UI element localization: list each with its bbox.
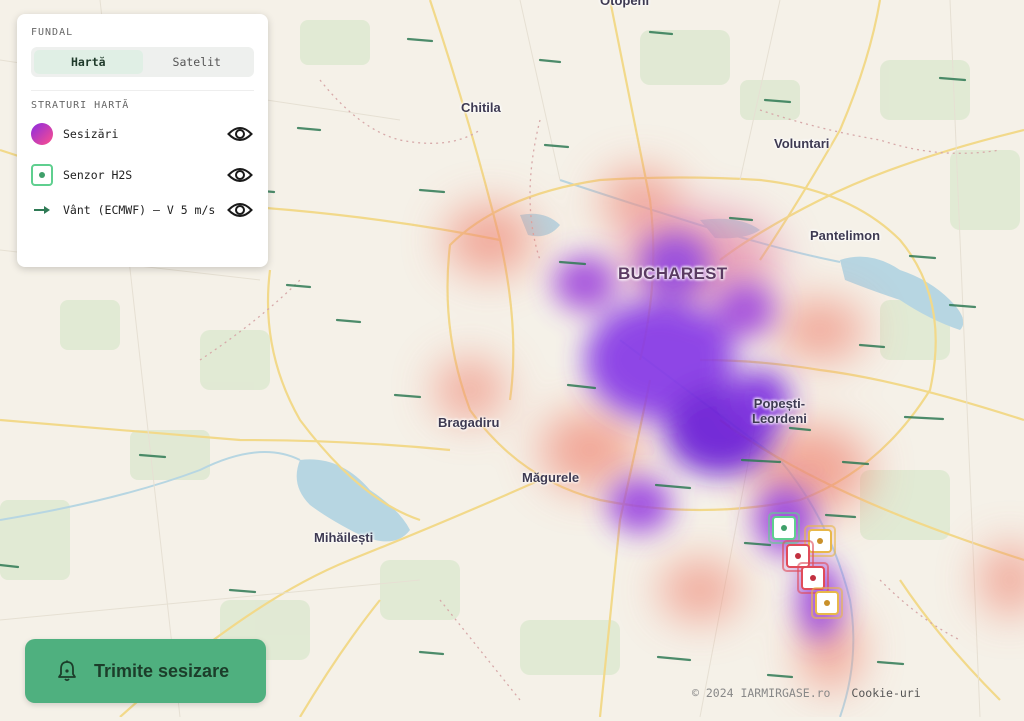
layer-label-reports: Sesizări xyxy=(63,126,119,141)
eye-icon[interactable] xyxy=(226,199,254,221)
city-label-magurele: Măgurele xyxy=(522,470,580,485)
city-label-bragadiru: Bragadiru xyxy=(438,415,500,430)
layers-section-title: STRATURI HARTĂ xyxy=(31,100,130,111)
cookie-link[interactable]: Cookie-uri xyxy=(851,686,920,700)
sensor-square-icon xyxy=(31,164,53,186)
eye-icon[interactable] xyxy=(226,164,254,186)
city-label-popesti-leordeni: Popești- Leordeni xyxy=(752,396,807,426)
wind-arrow-icon xyxy=(31,199,53,221)
city-label-otopeni: Otopeni xyxy=(600,0,650,8)
city-label-mihailesti: Mihăilești xyxy=(314,530,374,545)
layer-row-h2s-sensor: Senzor H2S xyxy=(31,163,254,187)
submit-report-label: Trimite sesizare xyxy=(94,660,230,681)
background-toggle: Hartă Satelit xyxy=(31,47,254,77)
background-option-map[interactable]: Hartă xyxy=(34,50,143,74)
layer-control-panel: FUNDAL Hartă Satelit STRATURI HARTĂ Sesi… xyxy=(17,14,268,267)
city-label-pantelimon: Pantelimon xyxy=(810,228,881,243)
eye-icon[interactable] xyxy=(226,123,254,145)
layer-row-wind: Vânt (ECMWF) — V 5 m/s xyxy=(31,199,254,221)
layer-row-reports: Sesizări xyxy=(31,122,254,146)
city-label-bucharest: BUCHAREST xyxy=(618,264,728,283)
background-section-title: FUNDAL xyxy=(31,27,74,38)
copyright-text: © 2024 IARMIRGASE.ro xyxy=(692,686,831,700)
background-option-satellite[interactable]: Satelit xyxy=(143,50,252,74)
city-label-chitila: Chitila xyxy=(461,100,501,115)
submit-report-button[interactable]: Trimite sesizare xyxy=(25,639,266,703)
heatmap-gradient-icon xyxy=(31,123,53,145)
bell-icon xyxy=(57,660,77,682)
panel-divider xyxy=(31,90,254,91)
layer-label-h2s-sensor: Senzor H2S xyxy=(63,167,133,182)
city-label-voluntari: Voluntari xyxy=(774,136,830,151)
map-footer: © 2024 IARMIRGASE.ro Cookie-uri xyxy=(692,686,921,700)
layer-label-wind: Vânt (ECMWF) — V 5 m/s xyxy=(63,202,216,217)
